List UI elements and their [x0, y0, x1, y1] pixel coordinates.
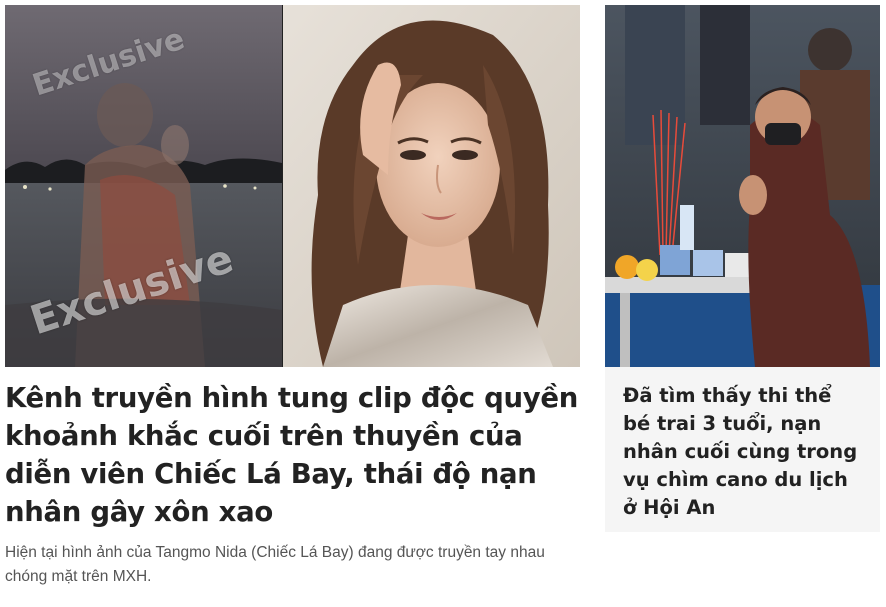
side-story-image[interactable]: [605, 5, 880, 367]
side-story-card[interactable]: Đã tìm thấy thi thể bé trai 3 tuổi, nạn …: [605, 5, 880, 532]
main-story-headline[interactable]: Kênh truyền hình tung clip độc quyền kho…: [5, 379, 580, 531]
main-story-card[interactable]: Exclusive Exclusive Kênh truyền hình tun…: [5, 5, 580, 589]
main-story-summary: Hiện tại hình ảnh của Tangmo Nida (Chiếc…: [5, 544, 545, 585]
main-story-image[interactable]: Exclusive Exclusive: [5, 5, 580, 367]
side-story-headline[interactable]: Đã tìm thấy thi thể bé trai 3 tuổi, nạn …: [605, 367, 880, 522]
portrait-image: [283, 5, 580, 367]
clip-still-image: Exclusive Exclusive: [5, 5, 282, 367]
